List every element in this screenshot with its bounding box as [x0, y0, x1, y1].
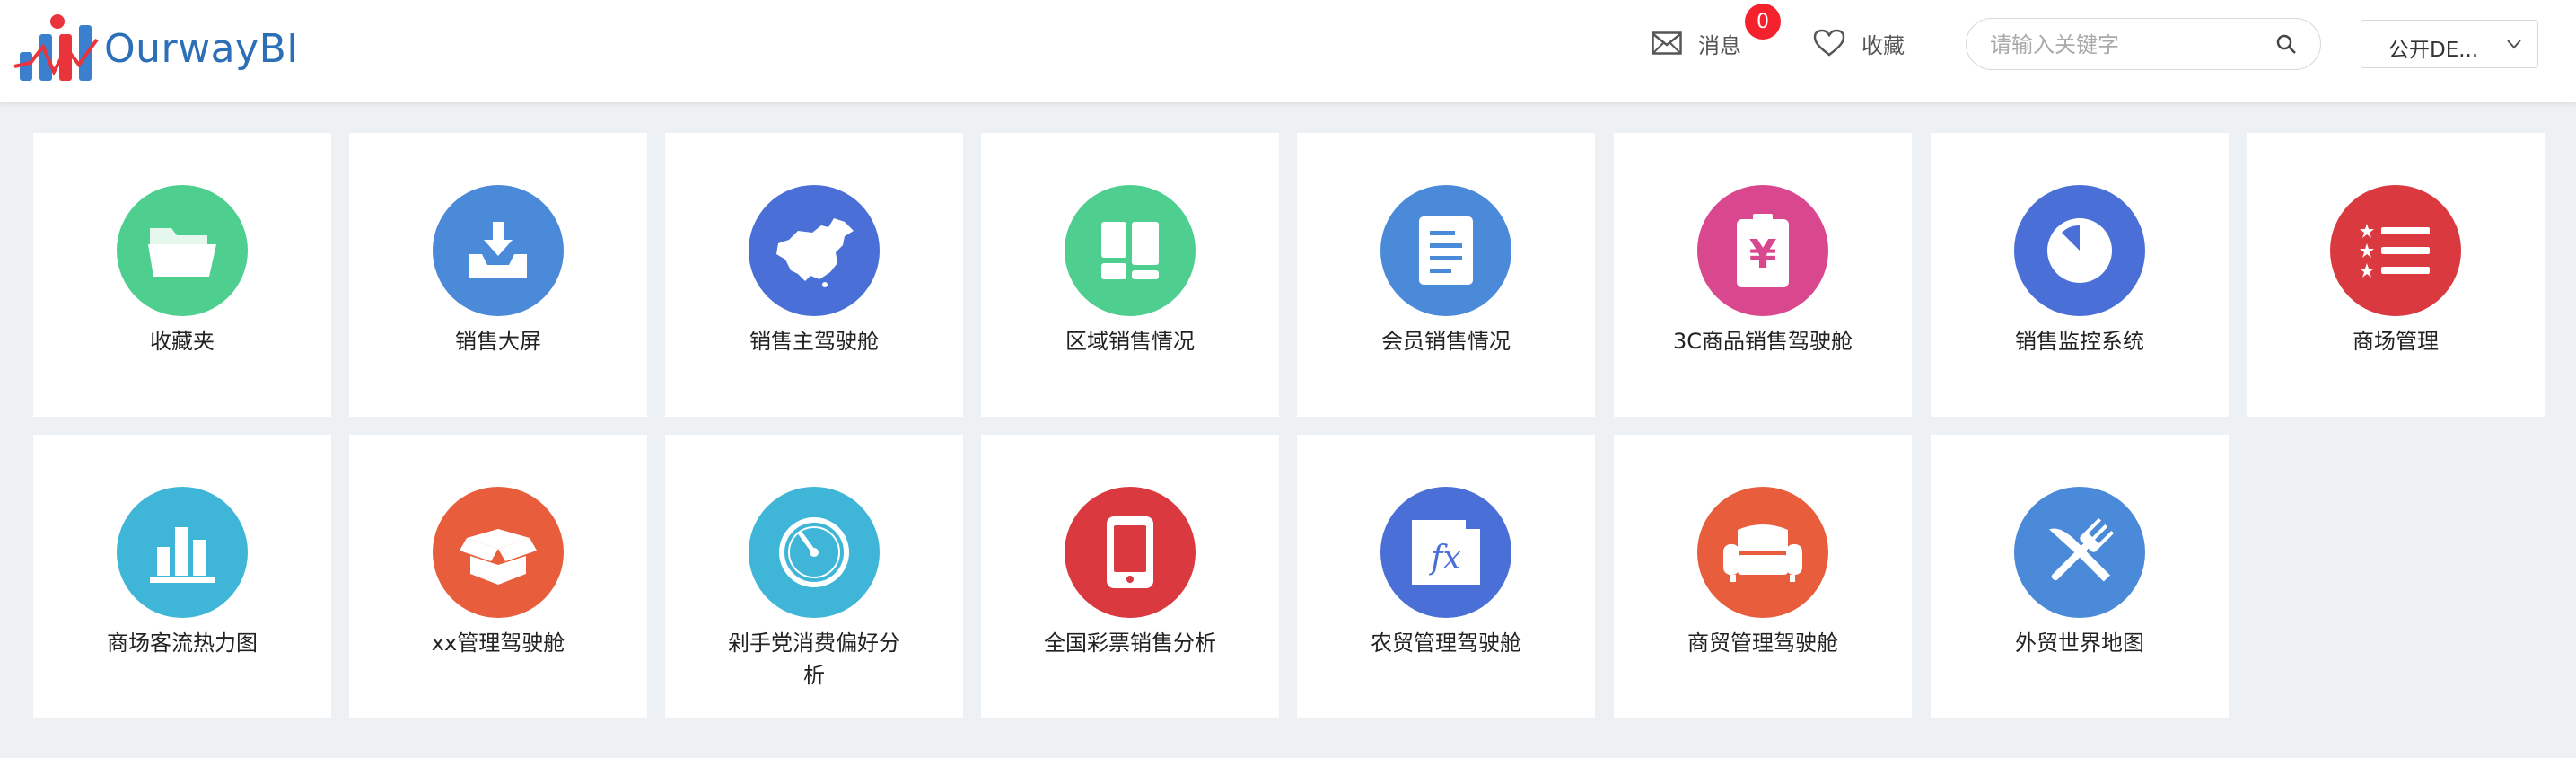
- card-label: 区域销售情况: [1065, 329, 1195, 354]
- card-foreign-trade-map[interactable]: 外贸世界地图: [1931, 435, 2229, 718]
- favorites-button[interactable]: 收藏: [1813, 25, 1905, 61]
- bar-chart-icon: [117, 487, 248, 618]
- ourway-logo-icon: [13, 14, 99, 81]
- messages-label: 消息: [1698, 32, 1741, 58]
- search-box: [1966, 18, 2321, 70]
- card-label: 全国彩票销售分析: [1044, 630, 1216, 656]
- card-lottery-sales[interactable]: 全国彩票销售分析: [981, 435, 1279, 718]
- brand-name: OurwayBI: [104, 25, 299, 72]
- space-select-value: 公开DE...: [2388, 39, 2479, 62]
- message-count-badge: 0: [1745, 4, 1781, 40]
- gauge-icon: [749, 487, 880, 618]
- card-agri-trade-cockpit[interactable]: fx 农贸管理驾驶舱: [1297, 435, 1595, 718]
- inbox-download-icon: [433, 185, 564, 316]
- search-input[interactable]: [1988, 19, 2261, 70]
- function-file-icon: fx: [1380, 487, 1511, 618]
- card-label: 商场管理: [2353, 329, 2439, 354]
- folder-icon: [117, 185, 248, 316]
- tablet-icon: [1065, 487, 1196, 618]
- open-box-icon: [433, 487, 564, 618]
- card-label: 外贸世界地图: [2015, 630, 2144, 656]
- sofa-icon: [1697, 487, 1828, 618]
- envelope-icon: [1652, 31, 1682, 55]
- card-label: 3C商品销售驾驶舱: [1672, 329, 1853, 354]
- card-mall-management[interactable]: 商场管理: [2247, 133, 2545, 417]
- card-label: 销售大屏: [455, 329, 541, 354]
- brand-logo[interactable]: OurwayBI: [13, 13, 299, 84]
- fork-knife-icon: [2014, 487, 2145, 618]
- card-regional-sales[interactable]: 区域销售情况: [981, 133, 1279, 417]
- top-header: OurwayBI 消息 0 收藏 公开DE...: [0, 0, 2576, 102]
- document-icon: [1380, 185, 1511, 316]
- card-label: 商贸管理驾驶舱: [1687, 630, 1838, 656]
- card-label: 销售监控系统: [2015, 329, 2144, 354]
- svg-text:¥: ¥: [1749, 232, 1777, 278]
- card-label: 收藏夹: [150, 329, 215, 354]
- favorites-label: 收藏: [1862, 32, 1905, 58]
- card-shopaholic-analysis[interactable]: 剁手党消费偏好分析: [665, 435, 963, 718]
- card-label: 会员销售情况: [1381, 329, 1511, 354]
- card-commerce-cockpit[interactable]: 商贸管理驾驶舱: [1614, 435, 1912, 718]
- chevron-down-icon: [2507, 40, 2521, 49]
- dashboard-layout-icon: [1065, 185, 1196, 316]
- search-icon[interactable]: [2275, 33, 2297, 55]
- card-mall-traffic-heatmap[interactable]: 商场客流热力图: [33, 435, 331, 718]
- card-sales-cockpit[interactable]: 销售主驾驶舱: [665, 133, 963, 417]
- svg-text:fx: fx: [1428, 540, 1461, 577]
- pie-chart-icon: [2014, 185, 2145, 316]
- card-label: 商场客流热力图: [107, 630, 258, 656]
- card-sales-bigscreen[interactable]: 销售大屏: [349, 133, 647, 417]
- list-icon: [2330, 185, 2461, 316]
- card-favorites-folder[interactable]: 收藏夹: [33, 133, 331, 417]
- messages-button[interactable]: 消息 0: [1652, 4, 1781, 61]
- card-label: 剁手党消费偏好分析: [728, 630, 900, 688]
- card-label: 销售主驾驶舱: [749, 329, 879, 354]
- card-3c-sales[interactable]: ¥ 3C商品销售驾驶舱: [1614, 133, 1912, 417]
- yuan-clipboard-icon: ¥: [1697, 185, 1828, 316]
- card-sales-monitor[interactable]: 销售监控系统: [1931, 133, 2229, 417]
- card-label: xx管理驾驶舱: [431, 630, 565, 656]
- card-label: 农贸管理驾驶舱: [1371, 630, 1521, 656]
- heart-icon: [1813, 29, 1845, 57]
- space-select[interactable]: 公开DE...: [2361, 20, 2538, 68]
- china-map-icon: [749, 185, 880, 316]
- card-member-sales[interactable]: 会员销售情况: [1297, 133, 1595, 417]
- card-xx-cockpit[interactable]: xx管理驾驶舱: [349, 435, 647, 718]
